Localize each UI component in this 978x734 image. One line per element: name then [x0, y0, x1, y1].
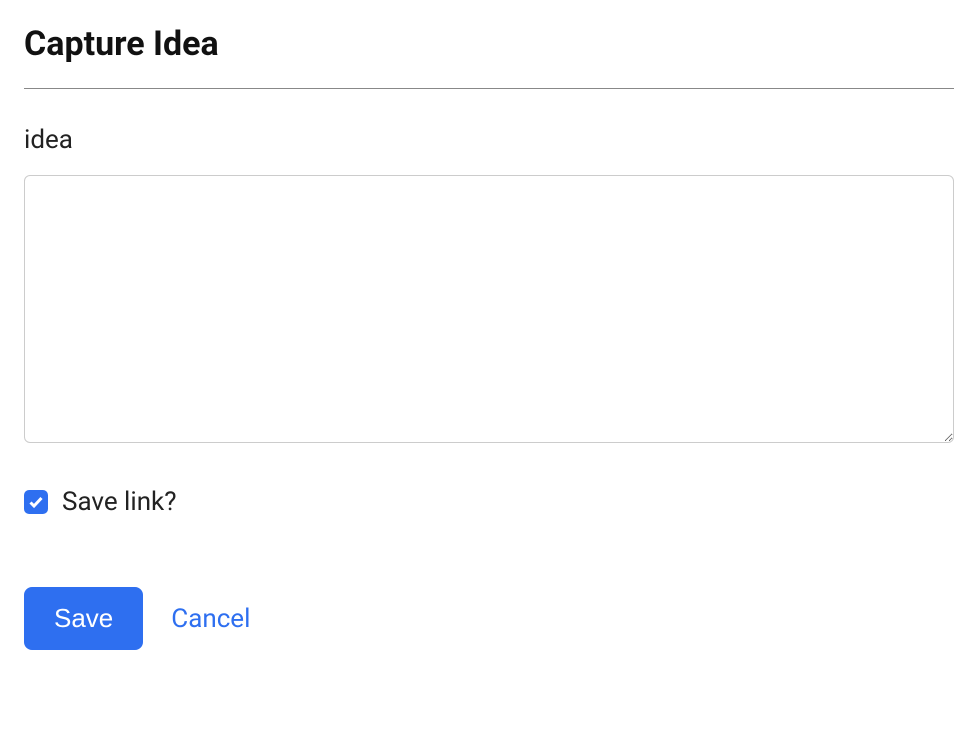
save-button[interactable]: Save: [24, 587, 143, 650]
idea-label: idea: [24, 125, 954, 155]
save-link-checkbox-wrapper: [24, 490, 48, 514]
divider: [24, 88, 954, 89]
cancel-link[interactable]: Cancel: [171, 604, 250, 634]
idea-textarea[interactable]: [24, 175, 954, 443]
save-link-row: Save link?: [24, 487, 954, 517]
idea-field-group: idea: [24, 125, 954, 447]
button-row: Save Cancel: [24, 587, 954, 650]
save-link-label: Save link?: [62, 487, 177, 517]
page-title: Capture Idea: [24, 24, 954, 64]
